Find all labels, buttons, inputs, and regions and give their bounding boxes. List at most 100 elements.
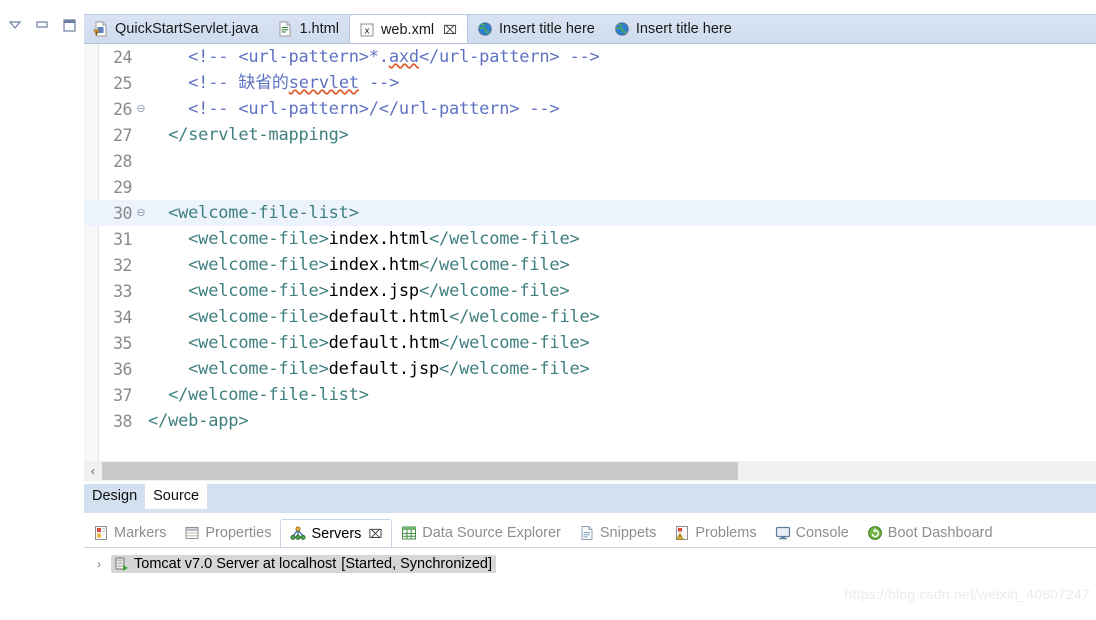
line-number: 36 — [113, 359, 132, 379]
code-line-text: <welcome-file>default.html</welcome-file… — [148, 307, 600, 327]
view-tab-bar: Markers Properties Servers ⌧ Data Source Exp… — [84, 519, 1096, 547]
view-tab-label: Markers — [114, 525, 167, 541]
servers-list-row[interactable]: › Tomcat v7.0 Server at localhost [Start… — [84, 552, 1096, 576]
editor-tab-label: QuickStartServlet.java — [115, 21, 259, 37]
editor-tab-label: web.xml — [380, 21, 435, 38]
code-line[interactable]: 38 </web-app> — [84, 408, 1096, 434]
view-tab-label: Console — [795, 525, 849, 541]
minimize-icon[interactable] — [35, 18, 49, 32]
code-line[interactable]: 37 </welcome-file-list> — [84, 382, 1096, 408]
editor-page-tabs: Design Source — [84, 483, 1096, 513]
rail-controls — [0, 14, 84, 36]
view-tab-problems[interactable]: Problems — [665, 519, 765, 547]
html-file-icon — [277, 21, 293, 37]
view-menu-icon[interactable] — [8, 18, 22, 32]
code-editor[interactable]: 24 <!-- <url-pattern>*.axd</url-pattern>… — [84, 44, 1096, 461]
line-number: 31 — [113, 229, 132, 249]
left-rail — [0, 0, 84, 620]
editor-tab-web-xml[interactable]: x web.xml ⌧ — [348, 14, 468, 43]
fold-collapse-icon[interactable]: ⊖ — [134, 103, 148, 115]
view-tab-snippets[interactable]: Snippets — [570, 519, 665, 547]
code-line-text: <!-- 缺省的servlet --> — [148, 73, 400, 93]
line-number: 28 — [113, 151, 132, 171]
snippets-icon — [579, 525, 595, 541]
svg-text:x: x — [364, 26, 370, 36]
boot-dashboard-icon — [867, 525, 883, 541]
code-line-text: <!-- <url-pattern>/</url-pattern> --> — [148, 99, 560, 119]
code-line[interactable]: 28 — [84, 148, 1096, 174]
view-tab-markers[interactable]: Markers — [84, 519, 175, 547]
globe-icon — [477, 21, 493, 37]
editor-horizontal-scrollbar[interactable]: ‹ — [84, 461, 1096, 481]
expand-twisty-icon[interactable]: › — [92, 557, 106, 571]
view-tab-label: Data Source Explorer — [422, 525, 561, 541]
code-line-text: <welcome-file-list> — [148, 203, 359, 223]
editor-page-tab-source[interactable]: Source — [145, 484, 208, 509]
line-number: 30 — [113, 203, 132, 223]
problems-icon — [674, 525, 690, 541]
code-line-text: <welcome-file>index.html</welcome-file> — [148, 229, 580, 249]
code-line-text: </servlet-mapping> — [148, 125, 349, 145]
code-line[interactable]: 36 <welcome-file>default.jsp</welcome-fi… — [84, 356, 1096, 382]
editor-tab-label: Insert title here — [498, 21, 595, 37]
bottom-view-stack: Markers Properties Servers ⌧ Data Source Exp… — [84, 513, 1096, 620]
server-entry[interactable]: Tomcat v7.0 Server at localhost [Started… — [111, 555, 497, 573]
code-line-text: </welcome-file-list> — [148, 385, 369, 405]
editor-tab-1-html[interactable]: 1.html — [268, 15, 349, 43]
view-tab-console[interactable]: Console — [766, 519, 858, 547]
line-number: 34 — [113, 307, 132, 327]
scrollbar-thumb[interactable] — [102, 462, 738, 480]
line-number: 35 — [113, 333, 132, 353]
java-file-icon — [93, 21, 109, 37]
code-line-text: <welcome-file>index.jsp</welcome-file> — [148, 281, 570, 301]
code-line-text: <welcome-file>default.htm</welcome-file> — [148, 333, 590, 353]
code-line-text: <welcome-file>default.jsp</welcome-file> — [148, 359, 590, 379]
code-line-text: <!-- <url-pattern>*.axd</url-pattern> --… — [148, 47, 600, 67]
editor-tab-bar: QuickStartServlet.java 1.html x web.xml ⌧ Ins… — [84, 14, 1096, 44]
markers-icon — [93, 525, 109, 541]
view-tab-label: Boot Dashboard — [887, 525, 993, 541]
view-tab-label: Problems — [695, 525, 757, 541]
view-tab-separator — [84, 547, 1096, 548]
view-tab-servers[interactable]: Servers ⌧ — [280, 519, 393, 547]
view-tab-boot-dashboard[interactable]: Boot Dashboard — [858, 519, 1002, 547]
code-line[interactable]: 34 <welcome-file>default.html</welcome-f… — [84, 304, 1096, 330]
line-number: 37 — [113, 385, 132, 405]
code-line[interactable]: 26 ⊖ <!-- <url-pattern>/</url-pattern> --… — [84, 96, 1096, 122]
code-line[interactable]: 30 ⊖ <welcome-file-list> — [84, 200, 1096, 226]
console-icon — [775, 525, 791, 541]
line-number: 33 — [113, 281, 132, 301]
code-line[interactable]: 27 </servlet-mapping> — [84, 122, 1096, 148]
fold-collapse-icon[interactable]: ⊖ — [134, 207, 148, 219]
xml-file-icon: x — [359, 22, 375, 38]
maximize-icon[interactable] — [62, 18, 76, 32]
tomcat-server-icon — [113, 556, 129, 572]
server-name-label: Tomcat v7.0 Server at localhost — [134, 556, 337, 572]
editor-tab-insert-title-here[interactable]: Insert title here — [468, 15, 605, 43]
code-line[interactable]: 29 — [84, 174, 1096, 200]
globe-icon — [614, 21, 630, 37]
editor-page-tab-design[interactable]: Design — [84, 484, 145, 509]
editor-area: QuickStartServlet.java 1.html x web.xml ⌧ Ins… — [84, 0, 1096, 513]
code-line[interactable]: 32 <welcome-file>index.htm</welcome-file… — [84, 252, 1096, 278]
properties-icon — [184, 525, 200, 541]
close-icon[interactable]: ⌧ — [443, 24, 457, 36]
view-tab-label: Snippets — [599, 525, 657, 541]
code-line[interactable]: 31 <welcome-file>index.html</welcome-fil… — [84, 226, 1096, 252]
view-tab-label: Properties — [205, 525, 272, 541]
editor-tab-quickstartservlet-java[interactable]: QuickStartServlet.java — [84, 15, 268, 43]
editor-tab-insert-title-here[interactable]: Insert title here — [605, 15, 742, 43]
code-line[interactable]: 25 <!-- 缺省的servlet --> — [84, 70, 1096, 96]
line-number: 26 — [113, 99, 132, 119]
code-line[interactable]: 33 <welcome-file>index.jsp</welcome-file… — [84, 278, 1096, 304]
code-line[interactable]: 35 <welcome-file>default.htm</welcome-fi… — [84, 330, 1096, 356]
code-line[interactable]: 24 <!-- <url-pattern>*.axd</url-pattern>… — [84, 44, 1096, 70]
line-number: 29 — [113, 177, 132, 197]
close-icon[interactable]: ⌧ — [368, 527, 382, 541]
view-tab-properties[interactable]: Properties — [175, 519, 280, 547]
editor-tab-label: Insert title here — [635, 21, 732, 37]
scroll-left-icon[interactable]: ‹ — [84, 461, 102, 481]
editor-tab-label: 1.html — [299, 21, 339, 37]
code-line-text: <welcome-file>index.htm</welcome-file> — [148, 255, 570, 275]
view-tab-data-source-explorer[interactable]: Data Source Explorer — [392, 519, 570, 547]
